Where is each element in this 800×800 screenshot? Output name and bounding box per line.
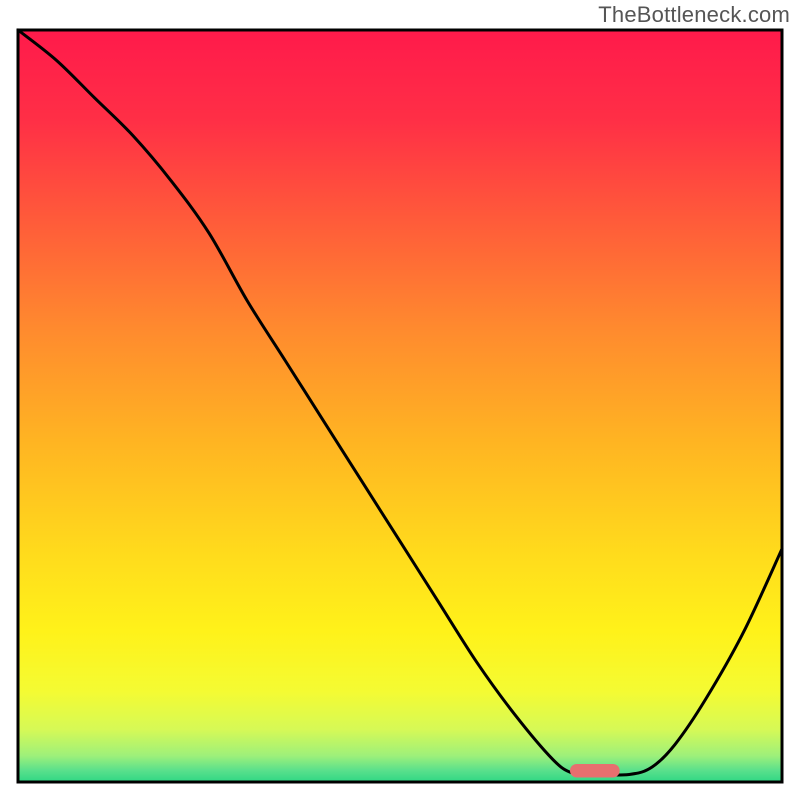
plot-background (18, 30, 782, 782)
watermark-text: TheBottleneck.com (598, 2, 790, 28)
bottleneck-chart (0, 0, 800, 800)
optimal-marker (570, 764, 620, 778)
chart-container: TheBottleneck.com (0, 0, 800, 800)
